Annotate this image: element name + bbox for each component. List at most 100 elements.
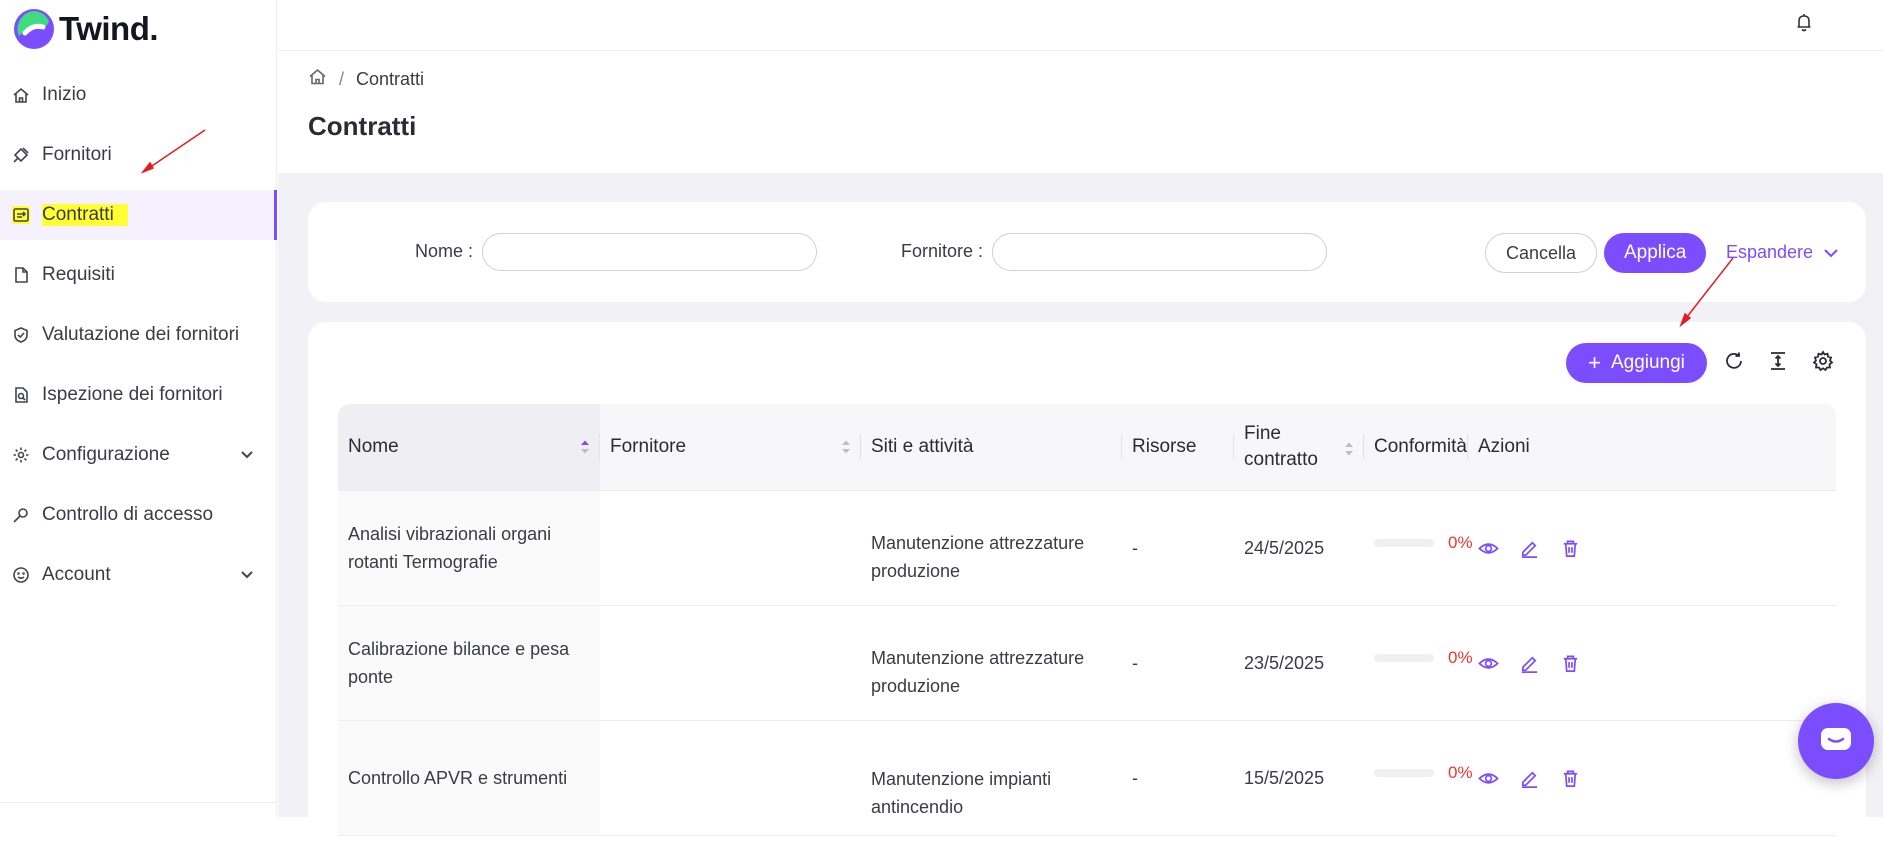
column-header-risorse: Risorse (1122, 404, 1234, 490)
breadcrumb-current: Contratti (356, 68, 425, 89)
cell-conformita: 0% (1364, 606, 1473, 720)
edit-pencil-icon[interactable] (1519, 538, 1540, 559)
sidebar-item-contratti[interactable]: Contratti (0, 190, 277, 240)
gear-icon (12, 446, 30, 464)
expand-label: Espandere (1726, 242, 1814, 262)
name-filter-label: Nome : (415, 241, 474, 261)
breadcrumb: / Contratti (308, 67, 424, 91)
smile-icon (12, 566, 30, 584)
twind-logo-icon (14, 9, 54, 49)
chevron-down-icon[interactable] (239, 447, 255, 463)
expand-filters-toggle[interactable]: Espandere (1726, 242, 1839, 263)
progress-bar (1374, 769, 1434, 777)
sidebar-item-valutazione[interactable]: Valutazione dei fornitori (0, 310, 277, 360)
chat-icon (1821, 728, 1851, 750)
progress-bar (1374, 654, 1434, 662)
home-icon (12, 86, 30, 104)
table-card: + Aggiungi Nome Fornitore Siti e attivit… (308, 322, 1866, 842)
cell-nome: Controllo APVR e strumenti (338, 721, 600, 835)
compliance-progress: 0% (1374, 759, 1473, 787)
delete-trash-icon[interactable] (1560, 653, 1581, 674)
column-label: Siti e attività (871, 436, 974, 457)
table-header: Nome Fornitore Siti e attività Risorse F… (338, 404, 1836, 491)
plug-icon (12, 146, 30, 164)
file-search-icon (12, 386, 30, 404)
sidebar-item-ispezione[interactable]: Ispezione dei fornitori (0, 370, 277, 420)
sort-icon[interactable] (1344, 439, 1354, 456)
supplier-filter-label: Fornitore : (901, 241, 984, 261)
sidebar-item-requisiti[interactable]: Requisiti (0, 250, 277, 300)
sidebar-item-label: Account (42, 564, 111, 585)
delete-trash-icon[interactable] (1560, 538, 1581, 559)
sidebar-item-configurazione[interactable]: Configurazione (0, 430, 277, 480)
sidebar-item-label: Fornitori (42, 144, 112, 165)
cell-risorse: - (1132, 653, 1138, 673)
compliance-progress: 0% (1374, 644, 1473, 672)
sidebar-item-label: Requisiti (42, 264, 115, 285)
cell-conformita: 0% (1364, 721, 1473, 835)
sidebar-item-inizio[interactable]: Inizio (0, 70, 277, 120)
cell-fornitore (600, 721, 861, 835)
logo-text: Twind. (59, 10, 159, 47)
breadcrumb-separator: / (339, 68, 345, 89)
chat-button[interactable] (1798, 703, 1874, 779)
cell-nome: Analisi vibrazionali organi rotanti Term… (338, 491, 600, 605)
apply-button[interactable]: Applica (1604, 233, 1707, 273)
column-header-azioni: Azioni (1468, 404, 1585, 490)
file-icon (12, 266, 30, 284)
compliance-progress: 0% (1374, 529, 1473, 557)
cancel-button[interactable]: Cancella (1485, 233, 1598, 273)
cell-fine-contratto: 15/5/2025 (1244, 768, 1325, 788)
sidebar-item-controllo-accesso[interactable]: Controllo di accesso (0, 490, 277, 540)
cell-azioni (1468, 606, 1585, 720)
home-icon[interactable] (308, 67, 327, 91)
page-header: / Contratti Contratti (278, 51, 1883, 173)
bell-icon[interactable] (1793, 11, 1815, 33)
contract-icon (12, 206, 30, 224)
name-filter-input[interactable] (482, 233, 817, 271)
edit-pencil-icon[interactable] (1519, 768, 1540, 789)
column-height-icon[interactable] (1767, 350, 1791, 374)
column-label: Nome (348, 436, 399, 457)
column-header-fornitore[interactable]: Fornitore (600, 404, 861, 490)
key-icon (12, 506, 30, 524)
cell-siti: Manutenzione impianti antincendio (871, 769, 1052, 817)
cell-conformita: 0% (1364, 491, 1473, 605)
sidebar-item-account[interactable]: Account (0, 550, 277, 600)
delete-trash-icon[interactable] (1560, 768, 1581, 789)
view-eye-icon[interactable] (1478, 538, 1499, 559)
plus-icon: + (1588, 350, 1601, 375)
sidebar-item-label: Controllo di accesso (42, 504, 214, 525)
logo[interactable]: Twind. (13, 8, 159, 50)
column-label: Azioni (1478, 436, 1530, 457)
add-button[interactable]: + Aggiungi (1566, 343, 1707, 383)
column-header-fine-contratto[interactable]: Fine contratto (1234, 404, 1364, 490)
table-row[interactable]: Controllo APVR e strumenti Manutenzione … (338, 721, 1836, 836)
supplier-filter-input[interactable] (992, 233, 1327, 271)
settings-icon[interactable] (1812, 350, 1836, 374)
column-label: Conformità (1374, 436, 1467, 457)
table-row[interactable]: Calibrazione bilance e pesa ponte Manute… (338, 606, 1836, 721)
chevron-down-icon[interactable] (239, 567, 255, 583)
cell-fornitore (600, 491, 861, 605)
sidebar: Twind. Inizio Fornitori Contratti Requis… (0, 0, 277, 817)
view-eye-icon[interactable] (1478, 768, 1499, 789)
cell-risorse: - (1132, 538, 1138, 558)
column-label: Risorse (1132, 436, 1197, 457)
filter-card: Nome : Fornitore : Cancella Applica Espa… (308, 202, 1866, 302)
edit-pencil-icon[interactable] (1519, 653, 1540, 674)
sidebar-item-label: Valutazione dei fornitori (42, 324, 240, 345)
sort-icon[interactable] (841, 439, 851, 455)
add-button-label: Aggiungi (1610, 352, 1685, 373)
cell-fine-contratto: 24/5/2025 (1244, 538, 1325, 558)
column-label: Fornitore (610, 436, 687, 457)
refresh-icon[interactable] (1723, 350, 1747, 374)
sidebar-item-fornitori[interactable]: Fornitori (0, 130, 277, 180)
table-row[interactable]: Analisi vibrazionali organi rotanti Term… (338, 491, 1836, 606)
page-title: Contratti (308, 111, 417, 141)
sidebar-item-label: Contratti (42, 204, 128, 226)
column-header-nome[interactable]: Nome (338, 404, 600, 490)
cell-nome: Calibrazione bilance e pesa ponte (338, 606, 600, 720)
sort-icon[interactable] (580, 439, 590, 455)
view-eye-icon[interactable] (1478, 653, 1499, 674)
